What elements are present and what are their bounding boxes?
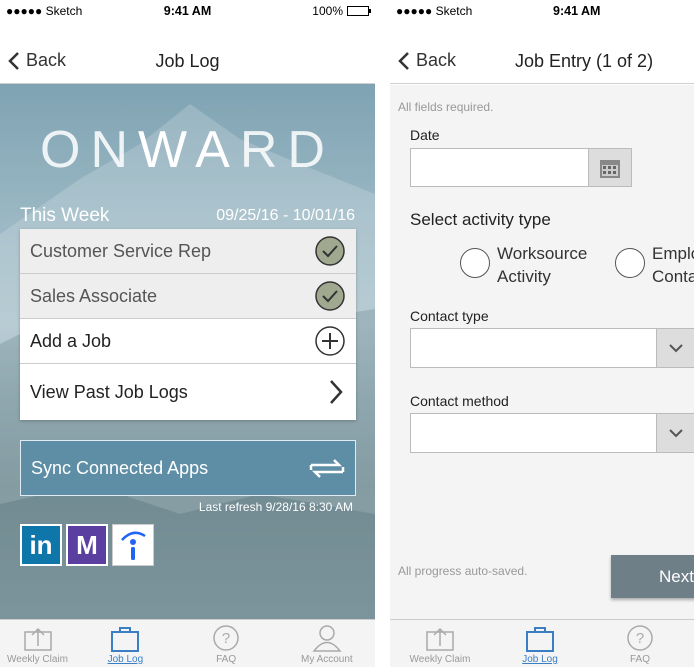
nav-bar: Back Job Entry (1 of 2) bbox=[390, 38, 694, 84]
check-circle-icon bbox=[315, 281, 345, 311]
chevron-down-icon bbox=[669, 429, 683, 438]
tab-label: FAQ bbox=[629, 654, 650, 665]
battery-icon bbox=[347, 6, 371, 16]
job-entry-screen: ●●●●● Sketch 9:41 AM Back Job Entry (1 o… bbox=[390, 0, 694, 667]
job-row-customer-service-rep[interactable]: Customer Service Rep bbox=[20, 229, 356, 274]
contact-type-select[interactable] bbox=[410, 328, 694, 368]
status-bar: ●●●●● Sketch 9:41 AM bbox=[390, 0, 694, 22]
tab-weekly-claim[interactable]: Weekly Claim bbox=[390, 620, 490, 667]
radio-worksource-activity[interactable] bbox=[460, 248, 490, 278]
tab-label: Job Log bbox=[107, 654, 144, 665]
tab-label: Weekly Claim bbox=[7, 654, 68, 665]
tab-my-account[interactable]: My Account bbox=[277, 620, 376, 667]
job-label: Customer Service Rep bbox=[30, 240, 212, 261]
activity-type-heading: Select activity type bbox=[410, 210, 551, 229]
last-refresh-text: Last refresh 9/28/16 8:30 AM bbox=[198, 500, 353, 514]
tab-faq[interactable]: ? FAQ bbox=[176, 620, 277, 667]
required-hint: All fields required. bbox=[398, 100, 494, 114]
indeed-icon bbox=[121, 531, 146, 560]
question-circle-icon: ? bbox=[627, 625, 653, 651]
nav-bar: Back Job Log bbox=[0, 38, 375, 84]
date-label: Date bbox=[410, 127, 440, 143]
calendar-button[interactable] bbox=[588, 148, 632, 187]
contact-type-label: Contact type bbox=[410, 308, 489, 324]
tab-label: Weekly Claim bbox=[409, 654, 471, 665]
contact-method-dropdown-button[interactable] bbox=[656, 413, 694, 453]
week-range: 09/25/16 - 10/01/16 bbox=[216, 207, 355, 224]
svg-text:?: ? bbox=[222, 630, 230, 647]
status-bar: ●●●●● Sketch 9:41 AM 100% bbox=[0, 0, 375, 22]
worksource-activity-label: Worksource Activity bbox=[497, 244, 588, 286]
svg-text:?: ? bbox=[636, 630, 644, 647]
contact-method-label: Contact method bbox=[410, 393, 509, 409]
job-log-screen: ●●●●● Sketch 9:41 AM 100% Back Job Log O… bbox=[0, 0, 375, 667]
weekly-claim-icon bbox=[426, 627, 454, 651]
user-icon bbox=[312, 625, 342, 652]
week-label: This Week bbox=[20, 205, 110, 226]
tab-weekly-claim[interactable]: Weekly Claim bbox=[0, 620, 75, 667]
employer-contact-label: Emplo Conta bbox=[652, 244, 694, 286]
sync-connected-apps-button[interactable]: Sync Connected Apps bbox=[20, 440, 356, 496]
radio-employer-contact[interactable] bbox=[615, 248, 645, 278]
contact-method-select[interactable] bbox=[410, 413, 694, 453]
page-title: Job Log bbox=[155, 51, 220, 71]
job-row-sales-associate[interactable]: Sales Associate bbox=[20, 274, 356, 319]
contact-type-dropdown-button[interactable] bbox=[656, 328, 694, 368]
tab-label: FAQ bbox=[216, 654, 237, 665]
autosave-note: All progress auto-saved. bbox=[398, 564, 528, 578]
onward-logo: ONWARD bbox=[40, 121, 335, 179]
chevron-left-icon bbox=[398, 51, 409, 70]
sync-label: Sync Connected Apps bbox=[31, 457, 209, 478]
briefcase-icon bbox=[111, 627, 140, 652]
next-button[interactable]: Next bbox=[611, 555, 694, 598]
job-list: Customer Service Rep Sales Associate Add… bbox=[20, 229, 356, 420]
tab-faq[interactable]: ? FAQ bbox=[590, 620, 690, 667]
tab-bar: Weekly Claim Job Log ? FAQ bbox=[390, 619, 694, 667]
question-circle-icon: ? bbox=[213, 625, 239, 651]
tab-job-log[interactable]: Job Log bbox=[490, 620, 590, 667]
indeed-app-icon[interactable] bbox=[112, 524, 154, 566]
monster-app-icon[interactable]: M bbox=[66, 524, 108, 566]
view-past-job-logs-button[interactable]: View Past Job Logs bbox=[20, 364, 356, 420]
calendar-icon bbox=[600, 159, 620, 178]
tab-job-log[interactable]: Job Log bbox=[75, 620, 176, 667]
carrier-label: ●●●●● Sketch bbox=[396, 4, 473, 18]
job-label: Add a Job bbox=[30, 330, 112, 351]
job-label: Sales Associate bbox=[30, 285, 158, 306]
check-circle-icon bbox=[315, 236, 345, 266]
connected-apps: in M bbox=[20, 524, 154, 566]
back-button[interactable]: Back bbox=[398, 50, 456, 71]
back-label: Back bbox=[416, 50, 457, 70]
job-label: View Past Job Logs bbox=[30, 381, 188, 402]
weekly-claim-icon bbox=[23, 627, 52, 651]
battery-indicator: 100% bbox=[312, 4, 371, 18]
chevron-down-icon bbox=[669, 344, 683, 353]
status-time: 9:41 AM bbox=[553, 4, 601, 18]
tab-bar: Weekly Claim Job Log ? FAQ My Account bbox=[0, 619, 375, 667]
sync-arrows-icon bbox=[309, 459, 345, 478]
tab-label: Job Log bbox=[522, 654, 558, 665]
page-title: Job Entry (1 of 2) bbox=[515, 51, 654, 71]
tab-label: My Account bbox=[301, 654, 353, 665]
chevron-right-icon bbox=[330, 380, 343, 404]
screen-divider bbox=[375, 0, 390, 667]
briefcase-icon bbox=[526, 627, 554, 652]
plus-circle-icon bbox=[315, 326, 345, 356]
date-input[interactable] bbox=[410, 148, 589, 187]
add-job-button[interactable]: Add a Job bbox=[20, 319, 356, 364]
battery-percent: 100% bbox=[312, 4, 343, 18]
linkedin-app-icon[interactable]: in bbox=[20, 524, 62, 566]
